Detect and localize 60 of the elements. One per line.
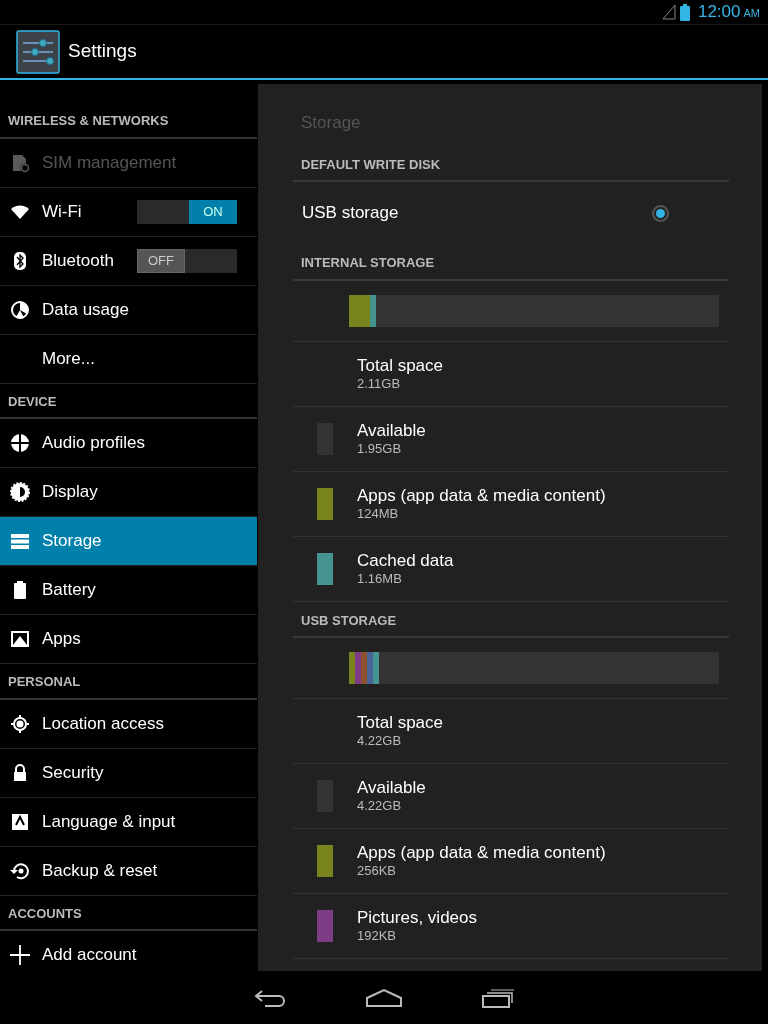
storage-item-title: Available <box>357 420 426 441</box>
sidebar-item-label[interactable]: Data usage <box>42 296 129 323</box>
recent-apps-icon[interactable] <box>481 987 515 1008</box>
sidebar-item-label[interactable]: More... <box>42 345 95 372</box>
sidebar-item-label[interactable]: Bluetooth <box>42 247 114 274</box>
storage-item-title: Apps (app data & media content) <box>357 843 606 863</box>
storage-item-title: Total space <box>357 713 443 733</box>
selected-sidebar-item[interactable]: Storage <box>0 517 257 566</box>
keyboard-key-icon <box>10 811 30 832</box>
toggle-switch[interactable]: OFF <box>137 248 237 273</box>
back-icon[interactable] <box>253 987 287 1008</box>
section-header: DEVICE <box>0 383 257 419</box>
sidebar-item-label[interactable]: Display <box>42 479 98 505</box>
option-label[interactable]: USB storage <box>302 200 399 226</box>
pie-chart-icon <box>10 299 30 320</box>
picture-icon <box>10 629 30 649</box>
restore-icon <box>10 860 30 881</box>
storage-item-title: Cached data <box>357 550 454 571</box>
storage-item-title: Pictures, videos <box>357 908 477 928</box>
storage-item-title: Total space <box>357 355 443 376</box>
sim-card-icon <box>10 152 30 173</box>
sidebar-item-label[interactable]: Audio profiles <box>42 430 145 456</box>
section-header: PERSONAL <box>0 664 257 700</box>
sun-icon <box>10 482 30 502</box>
storage-item-title: Apps (app data & media content) <box>357 485 606 506</box>
sidebar-item-label[interactable]: Apps <box>42 626 81 652</box>
sidebar-item-label[interactable]: Location access <box>42 710 164 737</box>
storage-item-value: 192KB <box>357 928 398 944</box>
storage-item-value: 4.22GB <box>357 798 403 814</box>
storage-item-value: 124MB <box>357 505 400 522</box>
plus-icon <box>10 945 30 965</box>
storage-item-value: 1.16MB <box>357 570 403 587</box>
signal-icon <box>661 4 676 20</box>
section-header: ACCOUNTS <box>0 895 257 931</box>
storage-item-title: Available <box>357 778 426 798</box>
section-header: INTERNAL STORAGE <box>293 244 729 281</box>
location-target-icon <box>10 713 30 734</box>
storage-icon <box>10 531 30 551</box>
clock-time: 12:00 <box>697 2 741 22</box>
clock-meridiem: AM <box>743 7 760 20</box>
sidebar-item-label[interactable]: Backup & reset <box>42 857 158 884</box>
section-header: USB STORAGE <box>293 601 729 638</box>
home-icon[interactable] <box>365 987 403 1008</box>
sidebar-item-label[interactable]: Language & input <box>42 808 176 835</box>
radio-button[interactable] <box>652 204 669 222</box>
sidebar-item-label[interactable]: Wi-Fi <box>42 198 82 225</box>
storage-item-value: 256KB <box>357 863 398 879</box>
app-title: Settings <box>68 39 137 64</box>
storage-item-value: 1.95GB <box>357 440 403 457</box>
storage-item-value: 2.11GB <box>357 375 402 392</box>
sidebar-item-label[interactable]: Battery <box>42 577 96 603</box>
section-header: DEFAULT WRITE DISK <box>293 145 729 182</box>
storage-item-value: 4.22GB <box>357 733 403 749</box>
crosshair-circle-icon <box>10 433 30 453</box>
sidebar-item-label[interactable]: Security <box>42 759 104 786</box>
sidebar-item-label[interactable]: Add account <box>42 942 137 968</box>
settings-sliders-icon[interactable] <box>16 29 60 74</box>
toggle-switch[interactable]: ON <box>137 199 237 224</box>
battery-icon <box>679 3 690 21</box>
section-header: WIRELESS & NETWORKS <box>0 111 257 139</box>
